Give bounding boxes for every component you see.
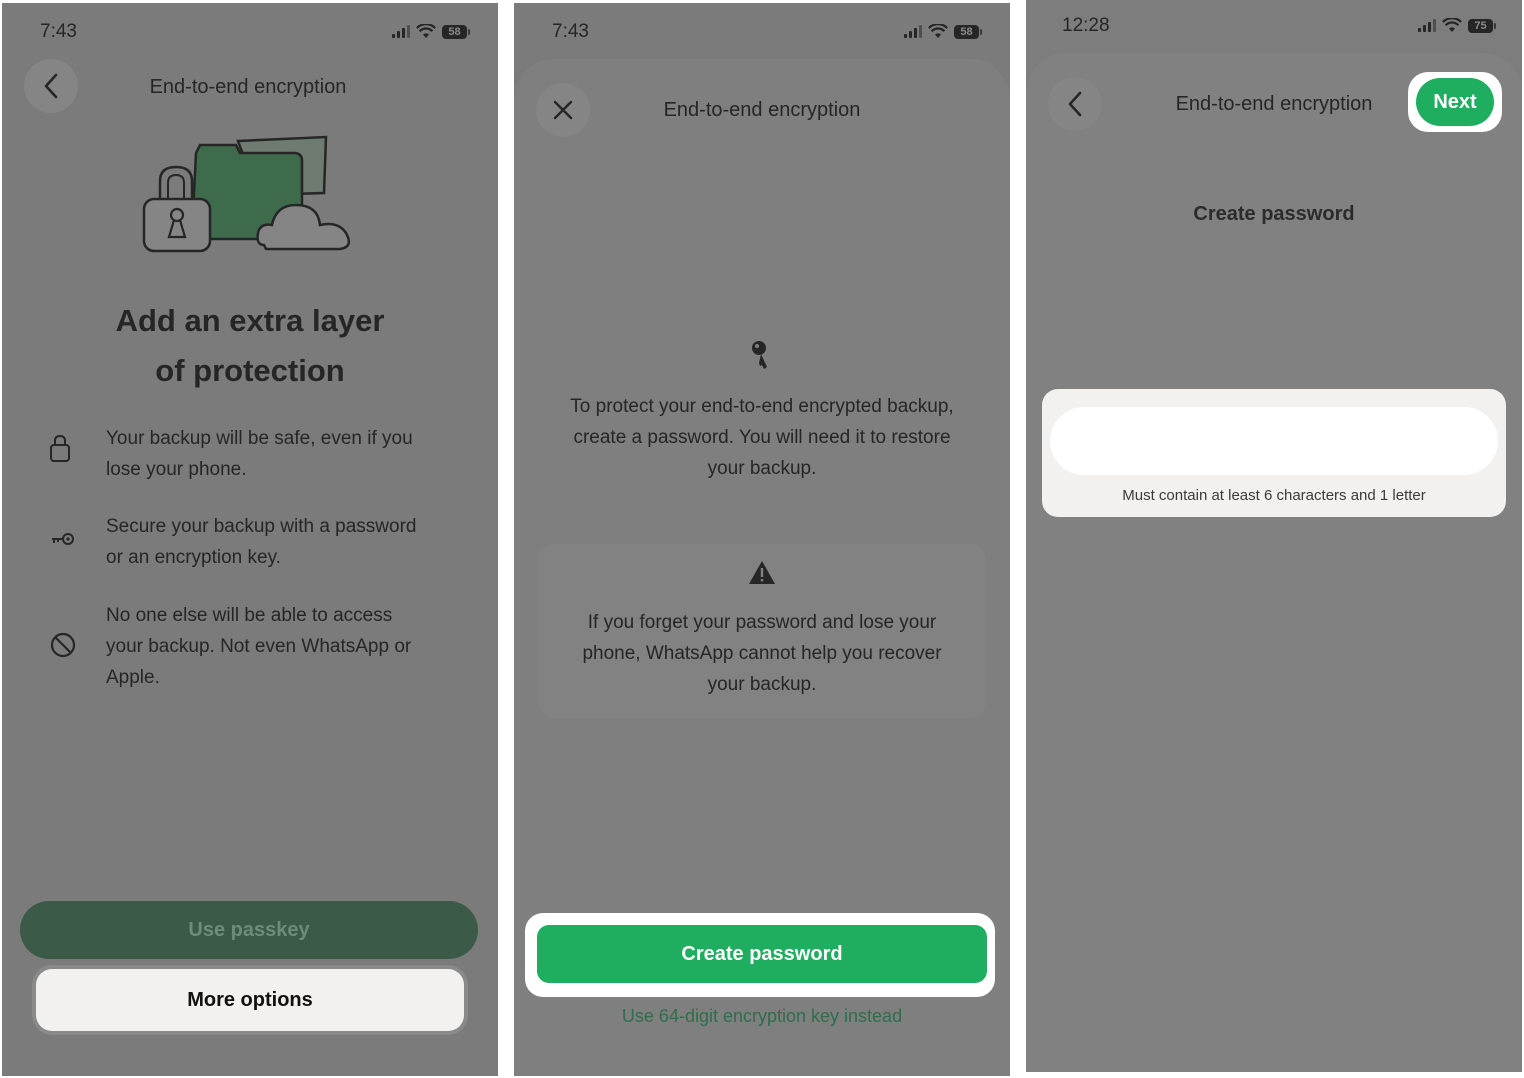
screen-create-password: 12:28 75 End-to-end encryption Next Crea… (1026, 0, 1522, 1072)
back-button[interactable] (1048, 77, 1102, 131)
create-password-button[interactable]: Create password (537, 925, 987, 983)
feature-line: No one else will be able to access (106, 605, 393, 626)
modal-sheet: End-to-end encryption To protect your en… (514, 59, 1010, 1076)
nav-title: End-to-end encryption (149, 76, 347, 98)
feature-line: your backup. Not even WhatsApp or (106, 636, 412, 657)
feature-line: Secure your backup with a password (106, 516, 417, 537)
warning-line: phone, WhatsApp cannot help you recover (582, 643, 942, 664)
lock-icon (48, 433, 72, 468)
close-button[interactable] (536, 83, 590, 137)
status-time: 7:43 (40, 21, 77, 42)
nav-title: End-to-end encryption (1175, 93, 1373, 115)
feature-line: Apple. (106, 667, 160, 688)
wifi-icon (1442, 18, 1462, 32)
intro-line: create a password. You will need it to r… (573, 427, 951, 448)
battery-icon: 58 (954, 24, 982, 39)
back-button[interactable] (24, 59, 78, 113)
modal-sheet: End-to-end encryption Next Create passwo… (1026, 53, 1522, 1072)
battery-icon: 58 (442, 24, 470, 39)
intro-line: your backup. (707, 458, 817, 479)
intro-line: To protect your end-to-end encrypted bac… (570, 396, 954, 417)
feature-text: Your backup will be safe, even if you lo… (106, 423, 413, 485)
next-button[interactable]: Next (1416, 78, 1494, 126)
heading: Add an extra layer of protection (2, 296, 498, 396)
password-panel: Must contain at least 6 characters and 1… (1042, 389, 1506, 517)
feature-line: Your backup will be safe, even if you (106, 428, 413, 449)
screen-add-protection: 7:43 58 End-to-end encryption Add an ext… (2, 3, 498, 1076)
battery-icon: 75 (1468, 18, 1496, 33)
password-input[interactable] (1050, 407, 1498, 475)
signal-icon (904, 25, 922, 38)
close-icon (553, 100, 573, 120)
warning-line: your backup. (707, 674, 817, 695)
wifi-icon (928, 24, 948, 38)
next-highlight: Next (1408, 72, 1502, 132)
chevron-left-icon (44, 73, 58, 99)
wifi-icon (416, 24, 436, 38)
more-options-button[interactable]: More options (36, 969, 464, 1031)
status-icons: 58 (904, 24, 982, 39)
status-time: 12:28 (1062, 15, 1110, 36)
password-hint: Must contain at least 6 characters and 1… (1122, 487, 1426, 504)
create-password-highlight: Create password (525, 913, 995, 997)
warning-line: If you forget your password and lose you… (587, 612, 937, 633)
warning-text: If you forget your password and lose you… (538, 607, 986, 700)
feature-text: Secure your backup with a password or an… (106, 511, 417, 573)
warning-card: If you forget your password and lose you… (538, 544, 986, 718)
signal-icon (1418, 19, 1436, 32)
intro-text: To protect your end-to-end encrypted bac… (514, 391, 1010, 484)
chevron-left-icon (1068, 91, 1082, 117)
feature-text: No one else will be able to access your … (106, 600, 411, 693)
screen-create-password-intro: 7:43 58 End-to-end encryption To protect… (514, 3, 1010, 1076)
status-icons: 58 (392, 24, 470, 39)
feature-line: or an encryption key. (106, 547, 281, 568)
prohibited-icon (49, 631, 77, 664)
create-password-title: Create password (1193, 203, 1355, 225)
heading-line: of protection (155, 353, 345, 388)
key-icon (50, 529, 76, 554)
signal-icon (392, 25, 410, 38)
encryption-key-link[interactable]: Use 64-digit encryption key instead (514, 1006, 1010, 1027)
status-icons: 75 (1418, 18, 1496, 33)
heading-line: Add an extra layer (115, 303, 385, 338)
status-time: 7:43 (552, 21, 589, 42)
key-icon (749, 339, 773, 376)
use-passkey-button[interactable]: Use passkey (20, 901, 478, 959)
nav-title: End-to-end encryption (663, 99, 861, 121)
backup-lock-illustration (142, 135, 351, 253)
warning-icon (748, 560, 776, 590)
feature-line: lose your phone. (106, 459, 247, 480)
